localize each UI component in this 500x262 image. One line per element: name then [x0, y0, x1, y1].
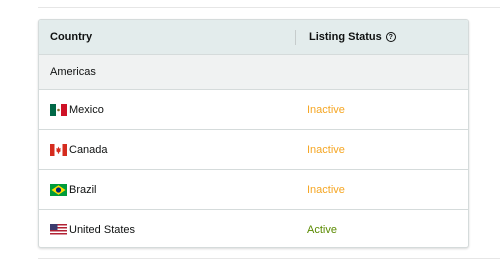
country-cell: Canada	[50, 143, 108, 156]
status-badge: Active	[307, 224, 337, 236]
country-name: Canada	[69, 143, 108, 156]
table-row: United States Active	[39, 210, 468, 247]
status-badge: Inactive	[307, 183, 345, 196]
mexico-flag-icon	[50, 103, 67, 116]
top-divider	[38, 7, 500, 8]
column-header-country-label: Country	[50, 31, 93, 43]
column-header-country[interactable]: Country	[50, 31, 92, 43]
brazil-flag-icon	[50, 183, 67, 196]
country-name: Brazil	[69, 183, 97, 196]
country-cell: Mexico	[50, 103, 104, 116]
bottom-divider	[38, 258, 500, 259]
group-row-americas: Americas	[39, 55, 468, 90]
status-badge: Inactive	[307, 103, 345, 116]
country-cell: Brazil	[50, 183, 97, 196]
united-states-flag-icon	[50, 224, 67, 236]
table-row: Mexico Inactive	[39, 90, 468, 130]
table-row: Brazil Inactive	[39, 170, 468, 210]
country-cell: United States	[50, 224, 135, 236]
table-header: Country Listing Status ?	[39, 20, 468, 55]
country-name: Mexico	[69, 103, 104, 116]
country-name: United States	[69, 224, 136, 236]
column-header-listing-status: Listing Status ?	[309, 31, 396, 43]
group-label: Americas	[50, 66, 96, 78]
help-icon[interactable]: ?	[385, 32, 396, 42]
status-badge: Inactive	[307, 143, 345, 156]
table-row: Canada Inactive	[39, 130, 468, 170]
listing-status-table: Country Listing Status ? Americas Mexico…	[38, 19, 469, 248]
column-divider	[295, 30, 296, 45]
column-header-listing-status-label: Listing Status	[309, 31, 382, 43]
canada-flag-icon	[50, 143, 67, 156]
